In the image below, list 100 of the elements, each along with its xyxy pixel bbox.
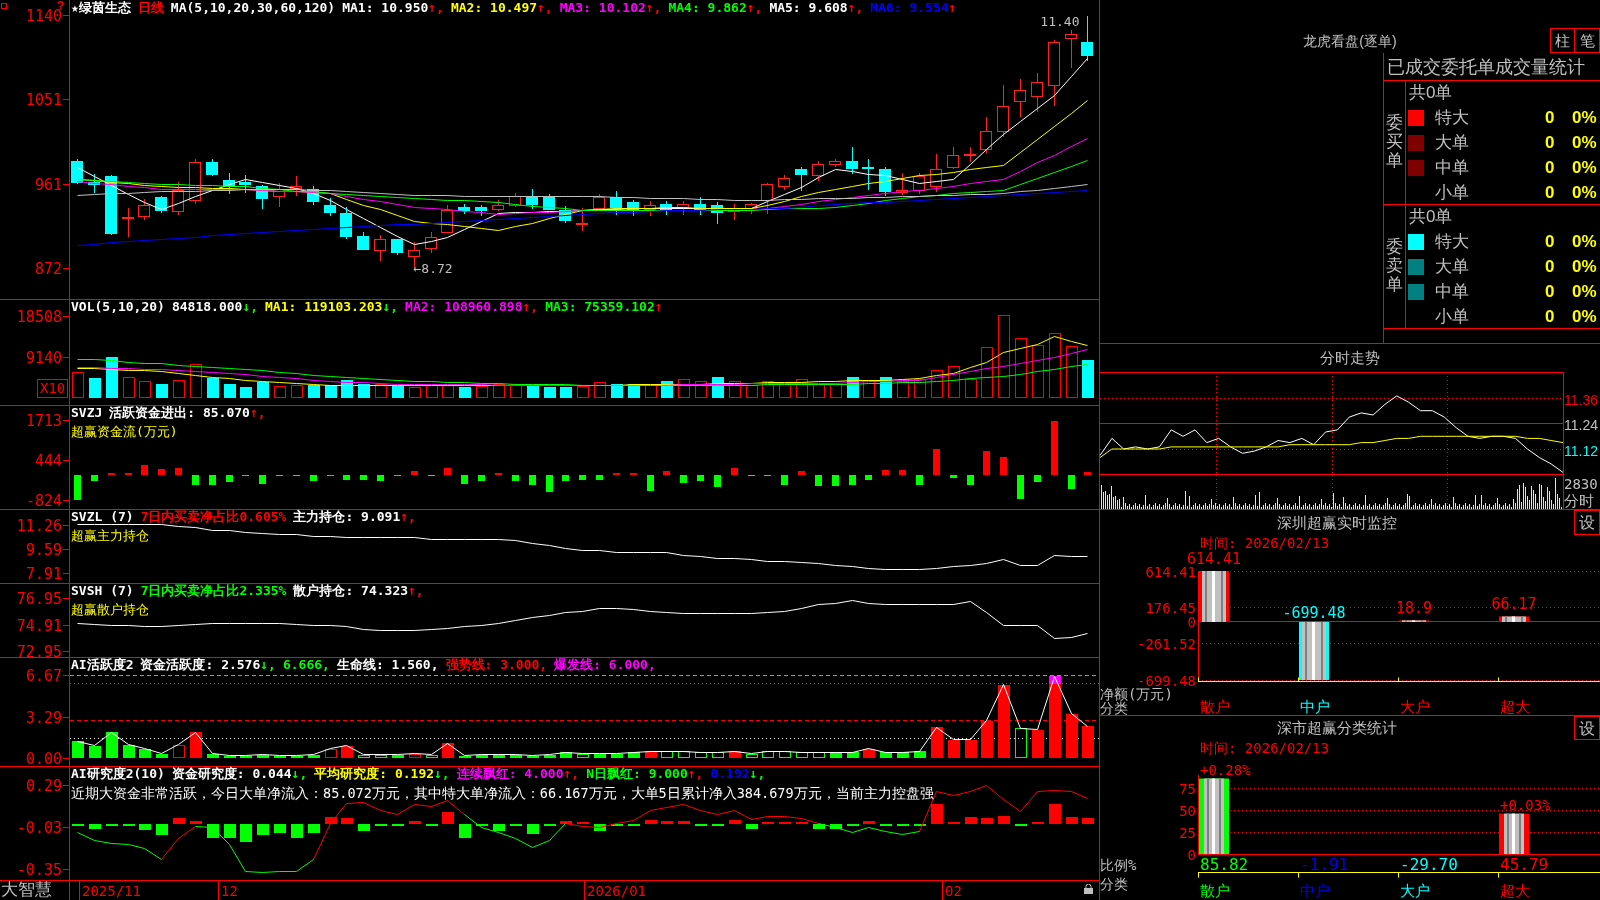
y-axis-label: 0.00 (25, 749, 62, 766)
panel-title: 深市超赢分类统计 (1277, 718, 1397, 738)
trend-arrow: ↑, (400, 510, 416, 523)
side-label: 委卖单 (1386, 238, 1403, 295)
order-total: 共0单 (1409, 207, 1453, 227)
value-label: -29.70 (1400, 855, 1458, 874)
y-axis-label: 72.95 (16, 642, 62, 657)
volume-scale-label: 2830 (1564, 476, 1598, 492)
readout-text: AI研究度2(10) (71, 767, 165, 780)
indicator-caption: 超赢散户持仓 (71, 602, 149, 617)
price-label: 11.40 (1040, 14, 1080, 29)
order-size-label: 中单 (1435, 157, 1469, 178)
y-axis-label: 0 (1187, 613, 1196, 630)
readout-text: 资金活跃度: 2.576 (140, 658, 261, 671)
y-axis-label: 11.36 (1564, 391, 1598, 408)
order-count: 0 (1545, 281, 1555, 302)
order-share: 0% (1572, 256, 1597, 277)
trend-arrow: ↑, (687, 767, 704, 780)
order-share: 0% (1572, 306, 1597, 327)
order-size-label: 大单 (1435, 132, 1469, 153)
y-axis-label: 3.29 (25, 708, 62, 727)
axis-title: 分类 (1100, 700, 1128, 715)
readout-text: MA3: 10.102 (559, 1, 646, 14)
readout-text: 强势线: 3.000, (445, 658, 548, 671)
readout-text: 7日内买卖净占比2.335% (140, 584, 287, 597)
toggle-button[interactable]: 柱 (1550, 28, 1575, 53)
category-label: 超大 (1500, 882, 1530, 899)
axis-title: 分类 (1100, 876, 1128, 892)
y-axis-label: -0.03 (16, 818, 62, 837)
time-label: 时间: 2026/02/13 (1200, 740, 1330, 757)
y-axis-label: 0.29 (25, 776, 62, 795)
readout-text: 主力持仓: 9.091 (293, 510, 401, 523)
y-axis-label: 50 (1179, 802, 1196, 819)
order-share: 0% (1572, 157, 1597, 178)
order-share: 0% (1572, 182, 1597, 203)
value-label: 85.82 (1200, 855, 1249, 874)
value-label: -1.91 (1300, 855, 1349, 874)
category-label: 中户 (1300, 882, 1330, 899)
settings-button[interactable]: 设 (1574, 510, 1600, 535)
trend-arrow: ↑, (428, 1, 444, 14)
date-label: 2026/01 (587, 883, 646, 899)
readout-text: SVSH (7) (71, 584, 134, 597)
readout-text: 资金研究度: 0.044 (171, 767, 292, 780)
y-axis-label: 11.12 (1564, 442, 1598, 459)
trend-arrow: ↑, (408, 584, 424, 597)
change-label: +0.03% (1500, 796, 1551, 813)
y-axis-label: 9140 (25, 348, 62, 367)
y-axis-label: 18508 (16, 307, 62, 326)
order-size-label: 中单 (1435, 281, 1469, 302)
value-label: 18.9 (1395, 599, 1433, 618)
readout-text: ★绿茵生态 (71, 1, 131, 14)
trend-arrow: ↑, (522, 300, 539, 313)
readout-text: MA2: 108960.898 (405, 300, 523, 313)
y-axis-label: 444 (34, 451, 62, 470)
side-label: 委买单 (1386, 114, 1403, 171)
order-count: 0 (1545, 157, 1555, 178)
order-share: 0% (1572, 107, 1597, 128)
category-label: 超大 (1500, 698, 1530, 715)
y-axis-label: 176.45 (1145, 599, 1196, 616)
order-share: 0% (1572, 281, 1597, 302)
readout-text: MA5: 9.608 (769, 1, 848, 14)
readout-text: 6.666, (282, 658, 330, 671)
order-count: 0 (1545, 231, 1555, 252)
settings-button[interactable]: 设 (1574, 716, 1600, 740)
y-axis-label: 6.67 (25, 666, 62, 685)
order-total: 共0单 (1409, 83, 1453, 103)
order-count: 0 (1545, 256, 1555, 277)
order-size-label: 小单 (1435, 182, 1469, 203)
readout-text: 7日内买卖净占比0.605% (140, 510, 287, 523)
category-label: 中户 (1300, 698, 1330, 715)
trend-arrow: ↓, (260, 658, 276, 671)
indicator-caption: 近期大资金非常活跃，今日大单净流入：85.072万元，其中特大单净流入：66.167万元，大单5日累计净入384.679万元，当前主力控盘强 (71, 785, 934, 801)
panel-title: 深圳超赢实时监控 (1277, 512, 1397, 533)
readout-text: MA4: 9.862 (668, 1, 747, 14)
change-label: +0.28% (1200, 761, 1251, 778)
readout-text: MA2: 10.497 (450, 1, 538, 14)
picture-bar-shading (1502, 616, 1526, 622)
y-axis-label: 11.24 (1564, 416, 1598, 433)
y-axis-label: 76.95 (16, 589, 62, 608)
y-axis-label: -699.48 (1137, 672, 1196, 689)
toggle-button[interactable]: 笔 (1575, 28, 1600, 53)
panel-title: 分时走势 (1320, 348, 1380, 368)
unit-badge: X10 (37, 379, 69, 398)
trend-arrow: ↑ (654, 300, 663, 313)
order-size-label: 特大 (1435, 231, 1469, 252)
y-axis-label: -0.35 (16, 860, 62, 879)
readout-text: MA1: 10.950 (342, 1, 429, 14)
category-label: 大户 (1400, 882, 1430, 899)
trend-arrow: ↓, (434, 767, 450, 780)
y-axis-label: -824 (25, 491, 62, 509)
readout-text: MA3: 75359.102 (545, 300, 655, 313)
trend-arrow: ↑, (249, 406, 266, 419)
trend-arrow: ↑, (847, 1, 864, 14)
order-share: 0% (1572, 231, 1597, 252)
trend-arrow: ↓, (749, 767, 766, 780)
square-marker-icon (1, 3, 7, 9)
value-label: 45.79 (1500, 855, 1549, 874)
trend-arrow: ↓, (242, 300, 259, 313)
y-axis-label: 7.91 (25, 564, 62, 583)
readout-text: 散户持仓: 74.323 (293, 584, 409, 597)
